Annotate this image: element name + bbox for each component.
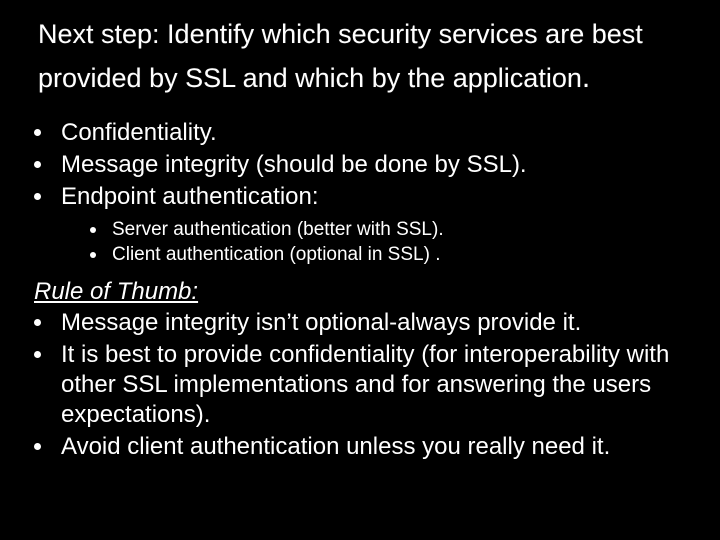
list-item: Avoid client authentication unless you r… xyxy=(34,432,700,462)
bullet-text: Endpoint authentication: xyxy=(61,182,700,212)
bullet-icon xyxy=(34,351,41,358)
bullet-text: Message integrity (should be done by SSL… xyxy=(61,150,700,180)
list-item: Confidentiality. xyxy=(34,118,700,148)
list-item: Endpoint authentication: xyxy=(34,182,700,212)
slide: Next step: Identify which security servi… xyxy=(0,0,720,540)
list-item: Message integrity (should be done by SSL… xyxy=(34,150,700,180)
bullet-icon xyxy=(34,161,41,168)
bullet-icon xyxy=(34,443,41,450)
bullet-icon xyxy=(90,252,96,258)
bullet-icon xyxy=(34,319,41,326)
bullet-icon xyxy=(34,129,41,136)
bullet-list-2: Message integrity isn’t optional-always … xyxy=(34,308,700,462)
bullet-text: Server authentication (better with SSL). xyxy=(112,218,444,243)
bullet-icon xyxy=(90,227,96,233)
bullet-text: It is best to provide confidentiality (f… xyxy=(61,340,700,430)
bullet-list-1: Confidentiality. Message integrity (shou… xyxy=(34,118,700,212)
bullet-text: Confidentiality. xyxy=(61,118,700,148)
slide-title: Next step: Identify which security servi… xyxy=(38,14,690,100)
bullet-icon xyxy=(34,193,41,200)
title-period: . xyxy=(582,61,590,94)
title-text: Next step: Identify which security servi… xyxy=(38,19,643,93)
list-item: Client authentication (optional in SSL) … xyxy=(90,243,700,268)
list-item: Server authentication (better with SSL). xyxy=(90,218,700,243)
sub-bullet-list: Server authentication (better with SSL).… xyxy=(90,218,700,268)
bullet-text: Message integrity isn’t optional-always … xyxy=(61,308,700,338)
list-item: Message integrity isn’t optional-always … xyxy=(34,308,700,338)
bullet-text: Client authentication (optional in SSL) … xyxy=(112,243,440,268)
bullet-text: Avoid client authentication unless you r… xyxy=(61,432,700,462)
list-item: It is best to provide confidentiality (f… xyxy=(34,340,700,430)
rule-of-thumb-heading: Rule of Thumb: xyxy=(34,278,700,306)
